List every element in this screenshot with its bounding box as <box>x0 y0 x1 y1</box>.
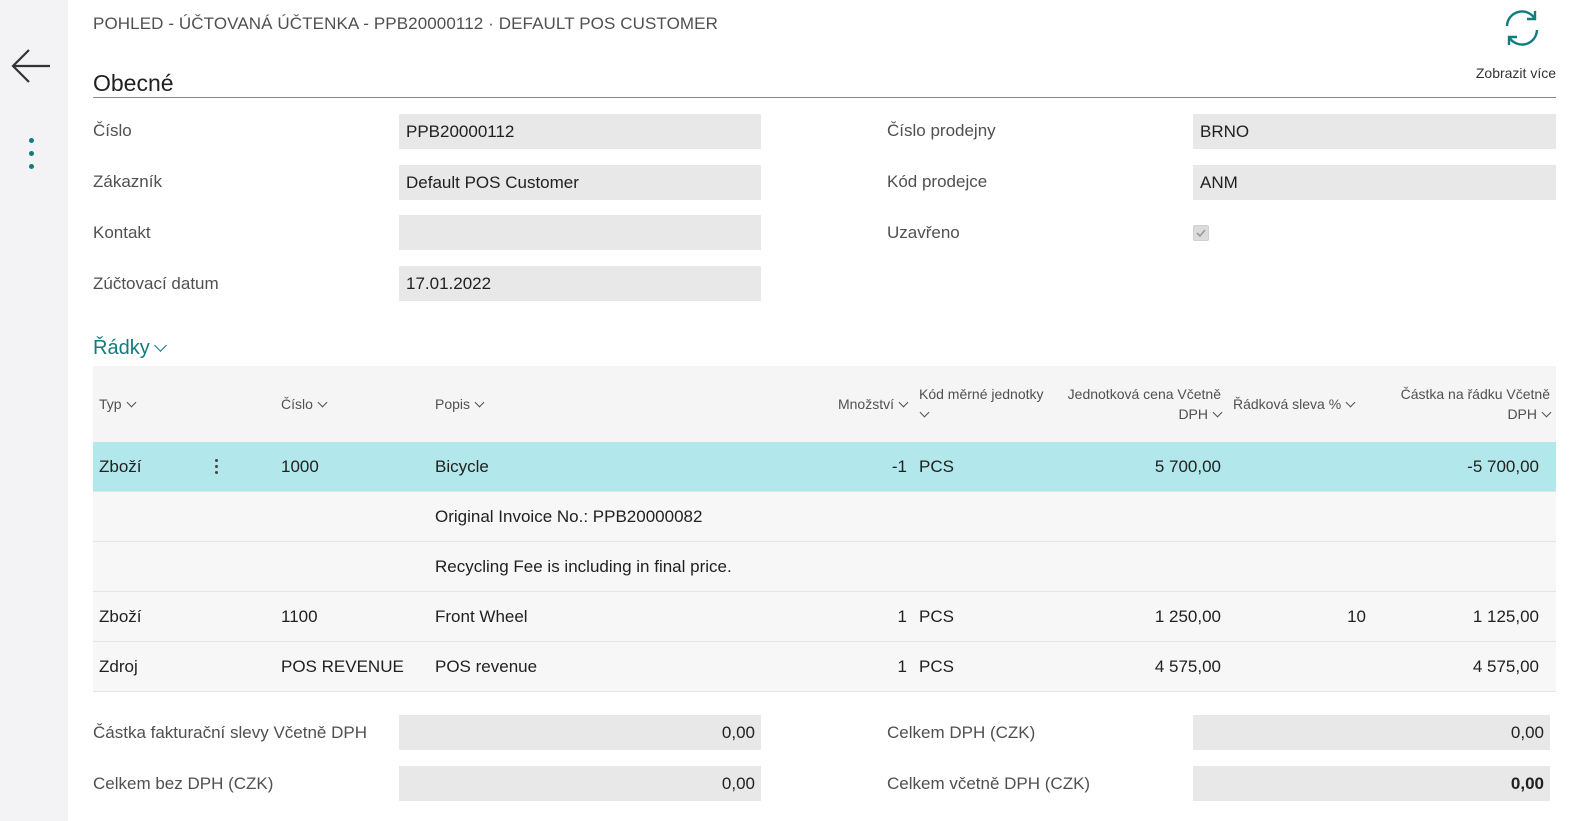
closed-label: Uzavřeno <box>887 223 960 242</box>
chevron-down-icon <box>1541 407 1552 418</box>
cell-discount <box>1227 491 1390 542</box>
customer-field[interactable]: Default POS Customer <box>399 165 761 200</box>
cell-discount <box>1227 641 1390 692</box>
cell-quantity: 1 <box>712 641 913 692</box>
cell-number: 1000 <box>275 442 429 492</box>
cell-number <box>275 541 429 592</box>
column-header-amount[interactable]: Částka na řádku Včetně DPH <box>1390 366 1556 442</box>
chevron-down-icon <box>317 397 328 408</box>
kebab-menu-icon[interactable] <box>22 138 40 178</box>
table-row[interactable]: Zdroj POS REVENUE POS revenue 1 PCS 4 57… <box>93 641 1556 692</box>
cell-quantity: -1 <box>712 442 913 492</box>
cell-type: Zdroj <box>93 641 275 692</box>
store-no-field[interactable]: BRNO <box>1193 114 1556 149</box>
salesperson-field[interactable]: ANM <box>1193 165 1556 200</box>
lines-table: Typ Číslo Popis Množství Kód měrné jedno… <box>93 366 1556 692</box>
chevron-down-icon <box>126 397 137 408</box>
table-row[interactable]: Recycling Fee is including in final pric… <box>93 541 1556 592</box>
cell-amount: 4 575,00 <box>1390 641 1556 692</box>
total-vat-label: Celkem DPH (CZK) <box>887 723 1036 742</box>
closed-checkbox[interactable] <box>1193 225 1209 241</box>
column-header-type[interactable]: Typ <box>93 366 275 442</box>
chevron-down-icon <box>474 397 485 408</box>
cell-description: POS revenue <box>429 641 712 692</box>
contact-label: Kontakt <box>93 223 151 242</box>
cell-unit-price <box>1061 491 1227 542</box>
cell-uom: PCS <box>913 442 1061 492</box>
cell-description: Front Wheel <box>429 591 712 642</box>
chevron-down-icon <box>1212 407 1223 418</box>
invoice-discount-field[interactable]: 0,00 <box>399 715 761 750</box>
chevron-down-icon <box>153 339 167 352</box>
column-header-quantity[interactable]: Množství <box>712 366 913 442</box>
cell-type <box>93 491 275 542</box>
total-excl-vat-label: Celkem bez DPH (CZK) <box>93 774 274 793</box>
cell-type <box>93 541 275 592</box>
cell-description: Original Invoice No.: PPB20000082 <box>429 491 1061 542</box>
row-menu-icon[interactable] <box>215 458 219 477</box>
salesperson-label: Kód prodejce <box>887 172 988 191</box>
cell-type: Zboží <box>93 591 275 642</box>
table-row[interactable]: Zboží 1000 Bicycle -1 PCS 5 700,00 -5 70… <box>93 442 1556 492</box>
cell-number <box>275 491 429 542</box>
total-excl-vat-field: 0,00 <box>399 766 761 801</box>
column-header-discount[interactable]: Řádková sleva % <box>1227 366 1390 442</box>
customer-label: Zákazník <box>93 172 162 191</box>
refresh-icon <box>1505 10 1539 46</box>
cell-unit-price: 5 700,00 <box>1061 442 1227 492</box>
back-button[interactable] <box>9 44 53 88</box>
refresh-button[interactable] <box>1500 6 1544 50</box>
invoice-discount-label: Částka fakturační slevy Včetně DPH <box>93 723 368 742</box>
cell-discount <box>1227 442 1390 492</box>
cell-unit-price: 4 575,00 <box>1061 641 1227 692</box>
total-incl-vat-field: 0,00 <box>1193 766 1550 801</box>
contact-field[interactable] <box>399 215 761 250</box>
chevron-down-icon <box>898 397 909 408</box>
cell-number: POS REVENUE <box>275 641 429 692</box>
cell-amount <box>1390 491 1556 542</box>
cell-type: Zboží <box>93 442 275 492</box>
section-heading-general: Obecné <box>93 70 174 96</box>
chevron-down-icon <box>919 407 930 418</box>
cell-amount: 1 125,00 <box>1390 591 1556 642</box>
lines-header-row: Typ Číslo Popis Množství Kód měrné jedno… <box>93 366 1556 442</box>
cell-uom: PCS <box>913 591 1061 642</box>
cell-discount: 10 <box>1227 591 1390 642</box>
cell-amount: -5 700,00 <box>1390 442 1556 492</box>
table-row[interactable]: Original Invoice No.: PPB20000082 <box>93 491 1556 542</box>
cell-description: Bicycle <box>429 442 712 492</box>
checkmark-icon <box>1196 229 1206 238</box>
chevron-down-icon <box>1345 397 1356 408</box>
cell-discount <box>1227 541 1390 592</box>
cell-number: 1100 <box>275 591 429 642</box>
column-header-unit-price[interactable]: Jednotková cena Včetně DPH <box>1061 366 1227 442</box>
cell-uom: PCS <box>913 641 1061 692</box>
store-no-label: Číslo prodejny <box>887 121 996 140</box>
posting-date-label: Zúčtovací datum <box>93 274 219 293</box>
cell-description: Recycling Fee is including in final pric… <box>429 541 1061 592</box>
table-row[interactable]: Zboží 1100 Front Wheel 1 PCS 1 250,00 10… <box>93 591 1556 642</box>
column-header-description[interactable]: Popis <box>429 366 712 442</box>
left-action-bar <box>0 0 68 821</box>
page-title: POHLED - ÚČTOVANÁ ÚČTENKA - PPB20000112 … <box>93 14 718 33</box>
cell-quantity: 1 <box>712 591 913 642</box>
arrow-left-icon <box>11 49 50 83</box>
lines-heading: Řádky <box>93 337 150 359</box>
cell-unit-price <box>1061 541 1227 592</box>
lines-section-toggle[interactable]: Řádky <box>93 337 167 360</box>
column-header-uom[interactable]: Kód měrné jednotky <box>913 366 1061 442</box>
cell-amount <box>1390 541 1556 592</box>
cell-unit-price: 1 250,00 <box>1061 591 1227 642</box>
column-header-number[interactable]: Číslo <box>275 366 429 442</box>
number-field[interactable]: PPB20000112 <box>399 114 761 149</box>
total-vat-field: 0,00 <box>1193 715 1550 750</box>
posting-date-field[interactable]: 17.01.2022 <box>399 266 761 301</box>
number-label: Číslo <box>93 121 132 140</box>
show-more-link[interactable]: Zobrazit více <box>1476 65 1556 81</box>
total-incl-vat-label: Celkem včetně DPH (CZK) <box>887 774 1091 793</box>
section-divider <box>93 97 1556 98</box>
